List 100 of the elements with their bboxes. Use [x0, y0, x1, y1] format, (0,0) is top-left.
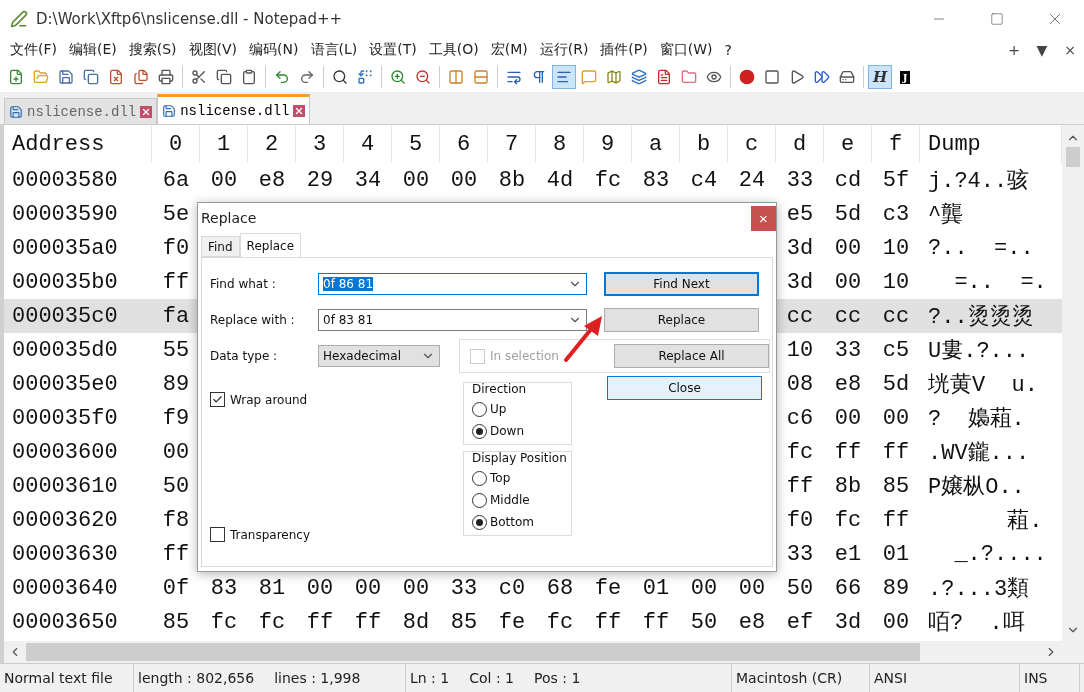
checkbox[interactable]: [210, 527, 225, 542]
hex-cell-text: c4: [689, 166, 719, 195]
dialog-button[interactable]: Find Next: [604, 272, 759, 296]
dump-cell-text: ^龔: [927, 201, 965, 230]
hex-cell-text: 24: [737, 166, 767, 195]
menu-item[interactable]: 文件(F): [4, 41, 63, 59]
menu-item[interactable]: 编码(N): [243, 41, 305, 59]
radio-button[interactable]: [472, 423, 487, 439]
dialog-button[interactable]: Replace All: [614, 344, 769, 368]
dump-cell-text: U婁.?...: [927, 338, 1031, 366]
hex-cell-text: 01: [881, 540, 911, 569]
find-field[interactable]: 0f 86 81: [318, 273, 587, 295]
hex-cell-text: 00: [401, 166, 431, 195]
dialog-button[interactable]: Close: [607, 376, 762, 400]
data-type-select[interactable]: Hexadecimal: [318, 345, 440, 367]
radio-label: Bottom: [490, 515, 534, 529]
close-button[interactable]: ×: [751, 205, 776, 231]
hex-cell-text: cc: [785, 302, 815, 331]
scrollbar-thumb[interactable]: [26, 643, 920, 661]
menu-item[interactable]: 视图(V): [182, 41, 244, 59]
close-icon[interactable]: [293, 104, 306, 117]
hex-cell-text: 33: [785, 540, 815, 569]
hex-cell-text: f0: [785, 506, 815, 535]
hex-cell-text: 10: [881, 268, 911, 297]
hex-cell-text: 50: [689, 608, 719, 637]
group-title: Display Position: [472, 451, 568, 465]
menu-item[interactable]: 设置(T): [363, 41, 423, 59]
hex-cell-text: 55: [161, 336, 191, 365]
hex-cell-text: e8: [257, 166, 287, 195]
address-cell-text: 00003600: [11, 438, 119, 467]
insert-mode: INS: [1024, 670, 1048, 686]
menu-item[interactable]: 搜索(S): [122, 41, 183, 59]
hex-cell-text: 00: [881, 608, 911, 637]
hex-cell-text: 10: [881, 234, 911, 263]
menu-control[interactable]: ×: [1056, 42, 1084, 58]
file-tab[interactable]: nslicense.dll: [4, 98, 158, 124]
checkbox[interactable]: [210, 392, 225, 407]
address-cell-text: 00003620: [11, 506, 119, 535]
replace-field[interactable]: 0f 83 81: [318, 309, 587, 331]
dialog-tab[interactable]: Find: [201, 236, 240, 257]
menu-item[interactable]: 语言(L): [304, 41, 364, 59]
dump-cell-text: 垙黄V u.: [927, 372, 1039, 400]
column-header: e: [824, 125, 872, 163]
menu-control[interactable]: ▼: [1028, 42, 1056, 58]
column-header: d: [776, 125, 824, 163]
hex-cell-text: 33: [785, 166, 815, 195]
dialog-tab[interactable]: Replace: [239, 233, 302, 257]
hex-cell-text: 08: [785, 370, 815, 399]
hex-cell-text: ff: [641, 608, 671, 637]
hex-cell-text: 3d: [785, 234, 815, 263]
menu-item[interactable]: 窗口(W): [653, 41, 719, 59]
hex-cell-text: ef: [785, 608, 815, 637]
hex-cell-text: cc: [881, 302, 911, 331]
menu-item[interactable]: 运行(R): [533, 41, 595, 59]
menu-item[interactable]: 工具(O): [422, 41, 485, 59]
column-header: 6: [440, 125, 488, 163]
hex-cell-text: 85: [449, 608, 479, 637]
hex-cell-text: 81: [257, 574, 287, 603]
hex-cell-text: 00: [833, 234, 863, 263]
checkbox-label: Transparency: [230, 527, 311, 542]
dialog-title: Replace: [201, 210, 257, 226]
radio-button[interactable]: [472, 514, 487, 530]
hex-cell-text: 00: [305, 574, 335, 603]
address-cell-text: 000035c0: [11, 302, 119, 331]
radio-button[interactable]: [472, 401, 487, 417]
hex-cell-text: ff: [881, 438, 911, 467]
file-type: Normal text file: [4, 670, 113, 686]
hex-cell-text: ff: [305, 608, 335, 637]
hex-cell-text: f0: [161, 234, 191, 263]
file-tab[interactable]: nslicense.dll: [157, 94, 311, 124]
checkmark-icon: [212, 394, 223, 405]
radio-button[interactable]: [472, 492, 487, 508]
menu-item[interactable]: 插件(P): [594, 41, 654, 59]
menu-control[interactable]: +: [1000, 42, 1028, 58]
hex-cell-text: 00: [449, 166, 479, 195]
address-cell-text: 00003650: [11, 608, 119, 637]
radio-label: Up: [490, 402, 507, 416]
hex-cell-text: fe: [497, 608, 527, 637]
radio-button[interactable]: [472, 470, 487, 486]
close-icon[interactable]: [140, 105, 153, 118]
hex-cell-text: 01: [641, 574, 671, 603]
hex-cell-text: fc: [209, 608, 239, 637]
address-cell-text: 000035e0: [11, 370, 119, 399]
hex-cell-text: 89: [161, 370, 191, 399]
menu-item[interactable]: 编辑(E): [63, 41, 123, 59]
menu-item[interactable]: 宏(M): [484, 41, 534, 59]
menu-item[interactable]: ?: [718, 42, 738, 58]
scrollbar-thumb[interactable]: [1066, 147, 1080, 167]
hex-cell-text: 00: [353, 574, 383, 603]
hex-cell-text: 33: [833, 336, 863, 365]
hex-cell-text: c0: [497, 574, 527, 603]
dialog-button[interactable]: Replace: [604, 308, 759, 332]
letter-icon[interactable]: H: [868, 65, 892, 89]
hex-cell-text: fc: [545, 608, 575, 637]
column-header: 9: [584, 125, 632, 163]
checkbox-label: Wrap around: [230, 392, 308, 407]
hex-cell-text: 3d: [833, 608, 863, 637]
indent-lines-icon[interactable]: [552, 65, 576, 89]
group-title: Direction: [472, 382, 528, 396]
address-cell-text: 00003630: [11, 540, 119, 569]
